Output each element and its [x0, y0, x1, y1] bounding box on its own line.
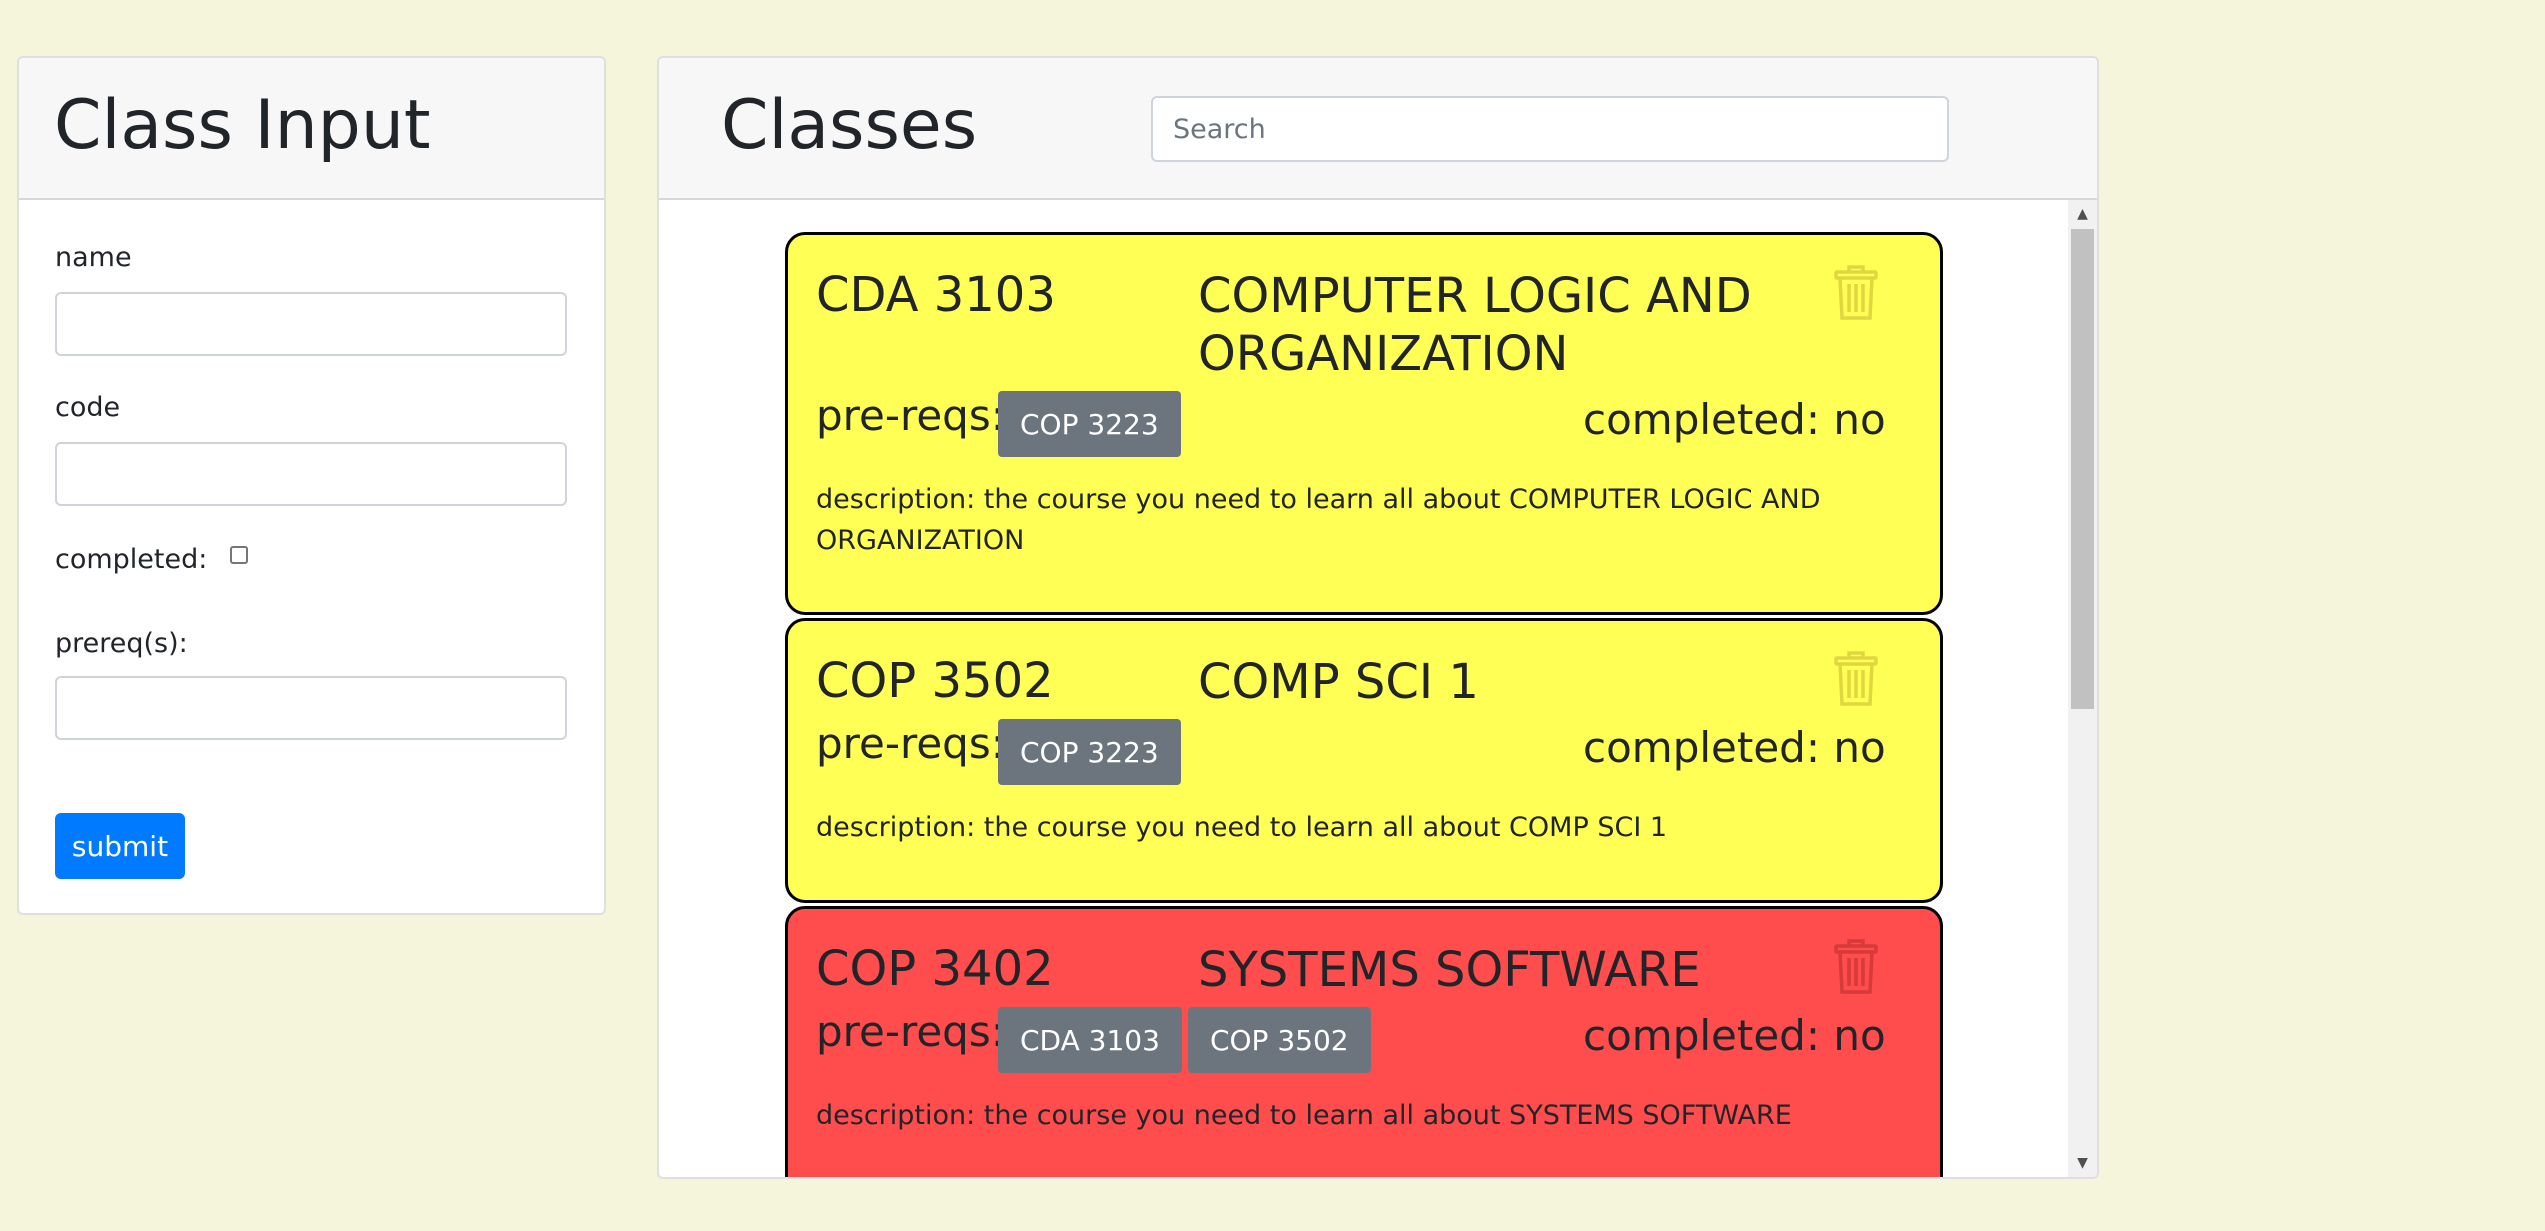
- class-name: SYSTEMS SOFTWARE: [1198, 942, 1701, 998]
- trash-icon[interactable]: [1832, 649, 1880, 707]
- code-label: code: [55, 392, 121, 423]
- prereq-label: pre-reqs:: [816, 1007, 1005, 1056]
- class-list-scrollbar[interactable]: ▲ ▼: [2068, 200, 2097, 1177]
- class-name: COMPUTER LOGIC AND ORGANIZATION: [1198, 268, 1752, 382]
- prereq-badges: COP 3223: [998, 719, 1181, 785]
- code-input[interactable]: [55, 442, 567, 506]
- class-code: COP 3402: [816, 941, 1054, 997]
- scroll-up-icon[interactable]: ▲: [2068, 202, 2097, 226]
- prereq-badge: CDA 3103: [998, 1007, 1182, 1073]
- classes-panel: Classes CDA 3103 COMPUTER LOGIC AND ORGA…: [657, 56, 2099, 1179]
- class-code: COP 3502: [816, 653, 1054, 709]
- completed-status: completed: no: [1583, 723, 1886, 772]
- name-input[interactable]: [55, 292, 567, 356]
- prereq-label: prereq(s):: [55, 628, 188, 659]
- trash-icon[interactable]: [1832, 263, 1880, 321]
- class-description: description: the course you need to lear…: [816, 484, 1821, 556]
- class-card: CDA 3103 COMPUTER LOGIC AND ORGANIZATION…: [785, 232, 1943, 615]
- completed-checkbox[interactable]: [230, 546, 248, 564]
- prereq-label: pre-reqs:: [816, 391, 1005, 440]
- class-code: CDA 3103: [816, 267, 1056, 323]
- classes-title: Classes: [721, 86, 978, 165]
- prereq-badge: COP 3502: [1187, 1007, 1371, 1073]
- class-card: COP 3502 COMP SCI 1 pre-reqs: COP 3223 c…: [785, 618, 1943, 903]
- prereq-badges: CDA 3103 COP 3502: [998, 1007, 1371, 1073]
- name-label: name: [55, 242, 132, 273]
- prereq-badge: COP 3223: [998, 391, 1181, 457]
- prereq-badge: COP 3223: [998, 719, 1181, 785]
- class-input-title: Class Input: [54, 86, 431, 165]
- class-list: CDA 3103 COMPUTER LOGIC AND ORGANIZATION…: [659, 200, 2097, 1177]
- class-name: COMP SCI 1: [1198, 654, 1479, 710]
- class-input-panel: Class Input name code completed: prereq(…: [17, 56, 606, 915]
- classes-header: Classes: [659, 58, 2097, 200]
- prereq-badges: COP 3223: [998, 391, 1181, 457]
- scroll-thumb[interactable]: [2071, 229, 2094, 709]
- completed-status: completed: no: [1583, 1011, 1886, 1060]
- scroll-down-icon[interactable]: ▼: [2068, 1151, 2097, 1175]
- prereq-input[interactable]: [55, 676, 567, 740]
- completed-label: completed:: [55, 544, 208, 575]
- class-card: COP 3402 SYSTEMS SOFTWARE pre-reqs: CDA …: [785, 906, 1943, 1177]
- trash-icon[interactable]: [1832, 937, 1880, 995]
- prereq-label: pre-reqs:: [816, 719, 1005, 768]
- class-description: description: the course you need to lear…: [816, 1100, 1792, 1131]
- completed-status: completed: no: [1583, 395, 1886, 444]
- search-input[interactable]: [1151, 96, 1949, 162]
- submit-button[interactable]: submit: [55, 813, 185, 879]
- class-description: description: the course you need to lear…: [816, 812, 1668, 843]
- class-input-header: Class Input: [19, 58, 604, 200]
